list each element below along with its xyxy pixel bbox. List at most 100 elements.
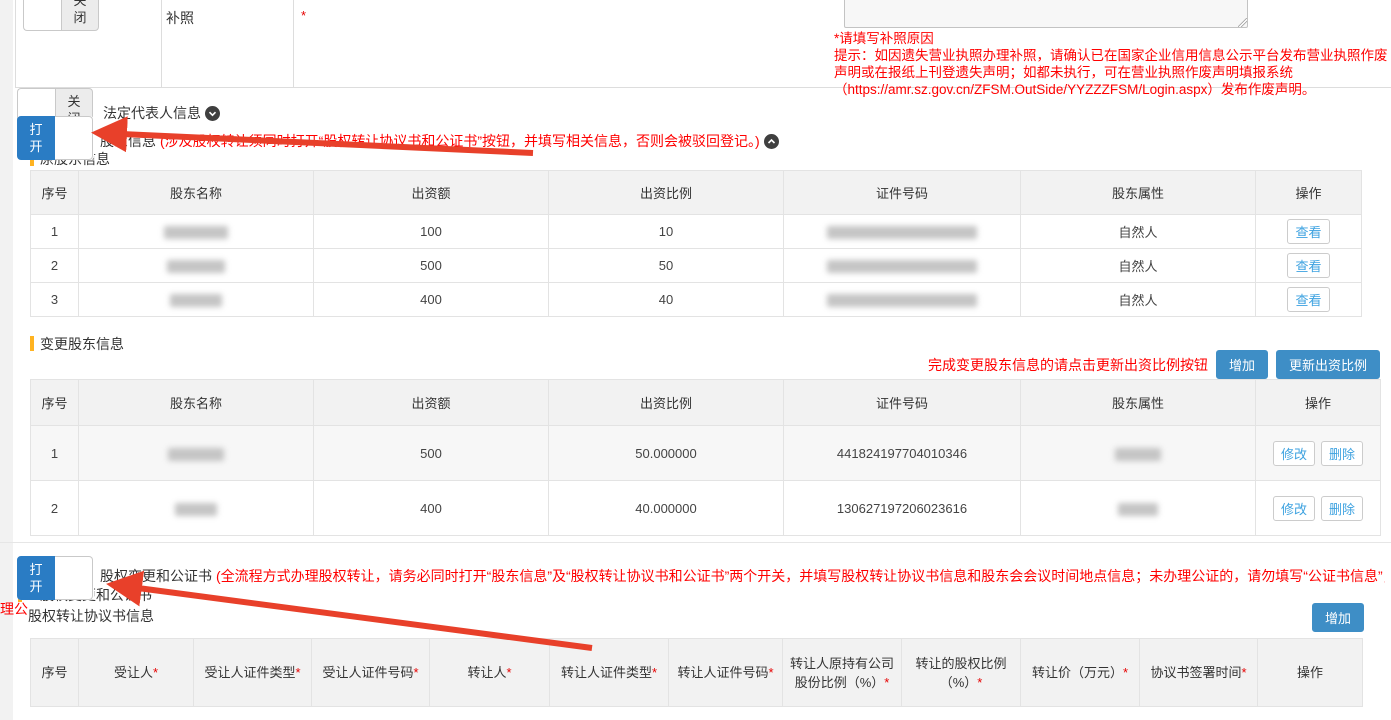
table-cell: 2	[31, 481, 79, 536]
column-header: 受让人证件类型*	[194, 639, 312, 707]
table-cell: 400	[314, 283, 549, 317]
redacted-value	[1115, 448, 1161, 461]
required-asterisk: *	[413, 665, 418, 680]
column-header: 出资额	[314, 380, 549, 426]
column-header: 受让人证件号码*	[312, 639, 430, 707]
column-header: 转让的股权比例（%）*	[902, 639, 1021, 707]
buzhao-toggle[interactable]: 关闭	[23, 0, 100, 31]
table-cell	[784, 249, 1021, 283]
column-header: 操作	[1256, 171, 1362, 215]
table-row: 150050.000000441824197704010346修改删除	[31, 426, 1381, 481]
edit-button[interactable]: 修改	[1273, 496, 1315, 521]
table-row: 240040.000000130627197206023616修改删除	[31, 481, 1381, 536]
registration-form-page: 补照 * *请填写补照原因 提示：如因遗失营业执照办理补照，请确认已在国家企业信…	[0, 0, 1391, 720]
redacted-value	[1118, 503, 1158, 516]
shareholder-info-title: 股东信息	[100, 131, 156, 151]
hint-line-2: 提示：如因遗失营业执照办理补照，请确认已在国家企业信用信息公示平台发布营业执照作…	[834, 47, 1390, 98]
table-cell: 500	[314, 426, 549, 481]
column-header: 受让人*	[79, 639, 194, 707]
hint-line-1: *请填写补照原因	[834, 30, 1390, 47]
equity-note-wrap-fragment: 理公	[0, 599, 28, 619]
column-header: 股东名称	[79, 171, 314, 215]
textarea-resize-handle[interactable]	[1238, 18, 1247, 27]
replacement-reason-textarea[interactable]	[844, 0, 1248, 28]
redacted-value	[167, 260, 225, 273]
redacted-value	[164, 226, 228, 239]
table-cell: 40	[549, 283, 784, 317]
add-agreement-button[interactable]: 增加	[1312, 603, 1364, 632]
table-row: 110010自然人查看	[31, 215, 1362, 249]
table-cell	[79, 283, 314, 317]
column-header: 股东属性	[1021, 380, 1256, 426]
column-header: 操作	[1256, 380, 1381, 426]
table-cell	[1021, 426, 1256, 481]
table-cell: 441824197704010346	[784, 426, 1021, 481]
column-header: 序号	[31, 171, 79, 215]
replacement-hint: *请填写补照原因 提示：如因遗失营业执照办理补照，请确认已在国家企业信用信息公示…	[834, 30, 1390, 98]
toggle-knob	[55, 556, 93, 600]
table-cell: 400	[314, 481, 549, 536]
changed-shareholders-table: 序号股东名称出资额出资比例证件号码股东属性操作150050.0000004418…	[30, 379, 1381, 536]
transfer-agreement-title: 股权转让协议书信息	[28, 606, 154, 626]
chevron-up-icon[interactable]	[764, 134, 779, 149]
column-header: 转让价（万元）*	[1021, 639, 1140, 707]
cell-divider	[161, 0, 162, 88]
shareholder-info-toggle[interactable]: 打开	[17, 116, 94, 160]
equity-notary-toggle[interactable]: 打开	[17, 556, 94, 600]
table-cell	[79, 249, 314, 283]
table-cell: 修改删除	[1256, 426, 1381, 481]
toggle-label: 关闭	[61, 0, 99, 31]
chevron-down-icon[interactable]	[205, 106, 220, 121]
column-header: 出资比例	[549, 171, 784, 215]
table-cell: 自然人	[1021, 249, 1256, 283]
column-header: 协议书签署时间*	[1140, 639, 1258, 707]
required-asterisk: *	[301, 8, 306, 23]
table-cell: 2	[31, 249, 79, 283]
table-cell: 130627197206023616	[784, 481, 1021, 536]
table-cell: 500	[314, 249, 549, 283]
edit-button[interactable]: 修改	[1273, 441, 1315, 466]
update-ratio-tip: 完成变更股东信息的请点击更新出资比例按钮	[928, 355, 1208, 375]
required-asterisk: *	[1241, 665, 1246, 680]
table-cell: 查看	[1256, 249, 1362, 283]
table-cell	[79, 215, 314, 249]
required-asterisk: *	[768, 665, 773, 680]
table-cell: 1	[31, 215, 79, 249]
required-asterisk: *	[153, 665, 158, 680]
table-cell	[784, 215, 1021, 249]
table-cell: 100	[314, 215, 549, 249]
column-header: 转让人*	[430, 639, 550, 707]
update-ratio-button[interactable]: 更新出资比例	[1276, 350, 1380, 379]
cell-divider	[293, 0, 294, 88]
required-asterisk: *	[977, 675, 982, 690]
column-header: 证件号码	[784, 171, 1021, 215]
required-asterisk: *	[506, 665, 511, 680]
redacted-value	[827, 226, 977, 239]
view-button[interactable]: 查看	[1287, 253, 1329, 278]
toggle-knob	[23, 0, 61, 31]
table-cell: 自然人	[1021, 283, 1256, 317]
view-button[interactable]: 查看	[1287, 287, 1329, 312]
table-cell: 50	[549, 249, 784, 283]
toggle-label: 打开	[17, 556, 55, 600]
table-row: 3 40040 自然人 查看	[31, 283, 1362, 317]
table-cell	[1021, 481, 1256, 536]
add-shareholder-button[interactable]: 增加	[1216, 350, 1268, 379]
column-header: 出资额	[314, 171, 549, 215]
equity-notary-row: 股权变更和公证书 (全流程方式办理股权转让，请务必同时打开“股东信息”及“股权转…	[100, 566, 1385, 586]
required-asterisk: *	[884, 675, 889, 690]
legal-rep-title: 法定代表人信息	[103, 103, 201, 123]
column-header: 操作	[1258, 639, 1363, 707]
column-header: 序号	[31, 639, 79, 707]
table-cell: 3	[31, 283, 79, 317]
column-header: 股东名称	[79, 380, 314, 426]
view-button[interactable]: 查看	[1287, 219, 1329, 244]
equity-notary-note: (全流程方式办理股权转让，请务必同时打开“股东信息”及“股权转让协议书和公证书”…	[216, 566, 1385, 586]
redacted-value	[827, 260, 977, 273]
column-header: 转让人证件类型*	[550, 639, 669, 707]
delete-button[interactable]: 删除	[1321, 496, 1363, 521]
column-header: 转让人证件号码*	[669, 639, 783, 707]
delete-button[interactable]: 删除	[1321, 441, 1363, 466]
transfer-agreement-table: 序号受让人*受让人证件类型*受让人证件号码*转让人*转让人证件类型*转让人证件号…	[30, 638, 1363, 707]
required-asterisk: *	[1123, 665, 1128, 680]
